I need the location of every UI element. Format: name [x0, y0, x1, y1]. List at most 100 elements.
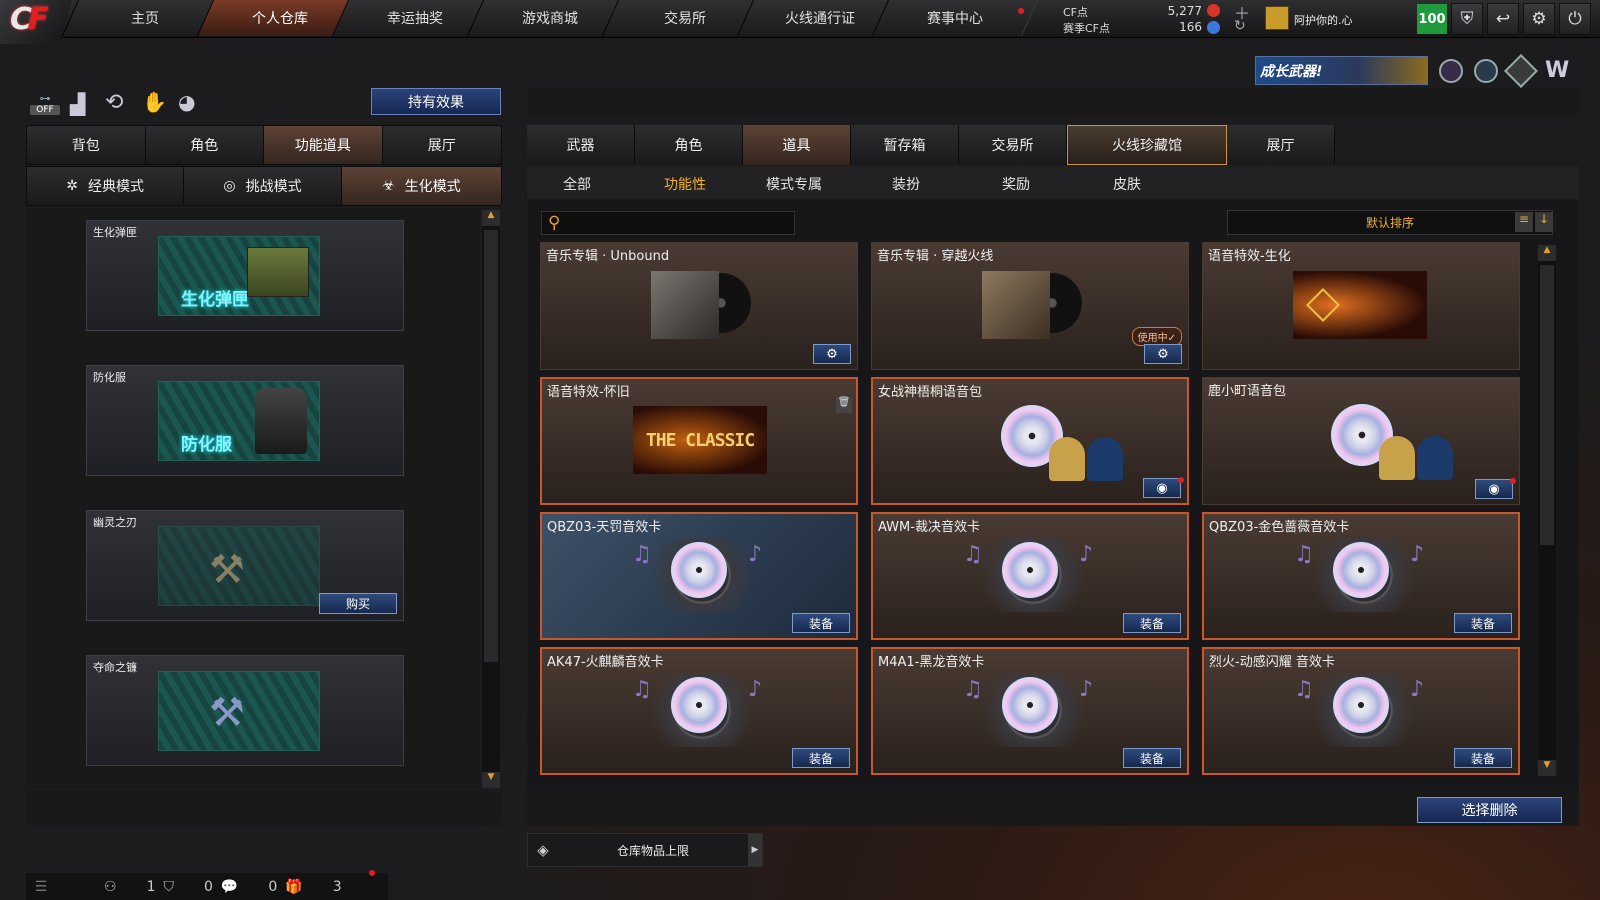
username[interactable]: 阿护你的.心 [1294, 12, 1353, 28]
mode-biochem[interactable]: ☣ 生化模式 [341, 167, 502, 205]
return-icon[interactable]: ↩ [1487, 3, 1519, 35]
settings-button[interactable]: ⚙ [1144, 344, 1182, 364]
tab-items[interactable]: 道具 [743, 125, 851, 165]
item-card[interactable]: 音乐专辑 · Unbound ⚙ [540, 242, 858, 370]
refresh-icon[interactable]: ↻ [1234, 18, 1246, 34]
list-item[interactable]: 幽灵之刃 ⚒ 购买 [86, 510, 404, 621]
scroll-up-arrow[interactable]: ▲ [482, 210, 500, 226]
chat-icon[interactable]: 💬 [221, 879, 238, 895]
tab-exchange[interactable]: 交易所 [959, 125, 1067, 165]
gear-icon[interactable]: ⚙ [1523, 3, 1555, 35]
season-points-label: 赛季CF点 [1063, 22, 1111, 35]
list-view-icon[interactable]: ≡ [1515, 212, 1533, 232]
rank-emblem-icon [1265, 6, 1289, 30]
power-icon[interactable]: ⏻ [1559, 3, 1591, 35]
notification-dot [1178, 477, 1184, 483]
subtab-skins[interactable]: 皮肤 [1113, 174, 1141, 194]
nav-tab-events[interactable]: 赛事中心 [871, 0, 1039, 36]
subtab-rewards[interactable]: 奖励 [1002, 174, 1030, 194]
tab-collection[interactable]: 火线珍藏馆 [1067, 125, 1227, 165]
sort-dropdown[interactable]: 默认排序 [1227, 210, 1553, 235]
w-logo-icon[interactable]: W [1545, 58, 1569, 83]
globe-icon[interactable] [1474, 59, 1498, 83]
emblem-icon [1306, 288, 1340, 322]
shield-icon[interactable]: ⛨ [1451, 3, 1483, 35]
trash-icon[interactable]: 🗑 [836, 397, 852, 413]
disc-button[interactable]: ◉ [1143, 478, 1181, 498]
item-card[interactable]: AWM-裁决音效卡 ♫ ♪ 装备 [871, 512, 1189, 640]
subtab-all[interactable]: 全部 [563, 174, 591, 194]
tab-showroom[interactable]: 展厅 [382, 126, 501, 164]
tab-weapons[interactable]: 武器 [527, 125, 635, 165]
left-scrollbar[interactable]: ▲ ▼ [482, 210, 500, 788]
scroll-thumb[interactable] [1540, 265, 1554, 545]
hand-icon[interactable]: ✋ [142, 90, 167, 114]
tab-storage[interactable]: 暂存箱 [851, 125, 959, 165]
equip-button[interactable]: 装备 [1123, 748, 1181, 768]
badge-icon[interactable] [1439, 59, 1463, 83]
shield-small-icon[interactable]: ⛉ [163, 879, 174, 895]
subtab-functional[interactable]: 功能性 [664, 174, 706, 194]
right-scrollbar[interactable]: ▲ ▼ [1538, 245, 1556, 776]
mode-challenge[interactable]: ◎ 挑战模式 [184, 167, 342, 205]
equip-button[interactable]: 装备 [792, 613, 850, 633]
item-card[interactable]: 音乐专辑 · 穿越火线 使用中✓ ⚙ [871, 242, 1189, 370]
buy-button[interactable]: 购买 [319, 593, 397, 614]
storage-limit-bar[interactable]: ◈ 仓库物品上限 ▶ [527, 833, 763, 867]
growth-weapon-banner[interactable]: 成长武器! [1255, 56, 1428, 85]
tab-showroom-right[interactable]: 展厅 [1227, 125, 1335, 165]
history-icon[interactable]: ⟲ [105, 90, 123, 115]
scroll-thumb[interactable] [484, 230, 498, 662]
item-card[interactable]: 女战神梧桐语音包 ◉ [871, 377, 1189, 505]
item-card[interactable]: AK47-火麒麟音效卡 ♫ ♪ 装备 [540, 647, 858, 775]
hazmat-suit-art: 防化服 [158, 381, 320, 461]
classic-voice-art: THE CLASSIC [633, 406, 767, 474]
list-item[interactable]: 防化服 防化服 [86, 365, 404, 476]
music-note-icon: ♫ [632, 677, 652, 702]
scroll-down-arrow[interactable]: ▼ [1538, 760, 1556, 776]
item-card[interactable]: QBZ03-天罚音效卡 ♫ ♪ 装备 [540, 512, 858, 640]
sort-direction-icon[interactable]: ↓ [1535, 212, 1553, 232]
disc-button[interactable]: ◉ [1475, 479, 1513, 499]
menu-list-icon[interactable]: ☰ [26, 879, 56, 895]
item-card[interactable]: QBZ03-金色蔷薇音效卡 ♫ ♪ 装备 [1202, 512, 1520, 640]
cd-disc-icon [1333, 677, 1389, 733]
list-item[interactable]: 夺命之镰 ⚒ [86, 655, 404, 766]
subtab-cosmetic[interactable]: 装扮 [892, 174, 920, 194]
mouse-icon[interactable]: ◕ [178, 90, 195, 114]
music-note-icon: ♪ [748, 677, 763, 702]
crest-icon[interactable] [1504, 54, 1538, 88]
gift-icon[interactable]: 🎁 [285, 879, 302, 895]
equip-button[interactable]: 装备 [792, 748, 850, 768]
equip-button[interactable]: 装备 [1454, 613, 1512, 633]
tab-function-items[interactable]: 功能道具 [264, 126, 383, 164]
list-item[interactable]: 生化弹匣 生化弹匣 [86, 220, 404, 331]
scroll-down-arrow[interactable]: ▼ [482, 772, 500, 788]
scroll-up-arrow[interactable]: ▲ [1538, 245, 1556, 261]
friends-icon[interactable]: ⚇ [104, 879, 117, 895]
expand-arrow-icon[interactable]: ▶ [748, 834, 762, 866]
ammo-box-shape [247, 247, 309, 297]
search-box[interactable]: ⚲ [541, 211, 795, 235]
tab-character[interactable]: 角色 [145, 126, 264, 164]
tab-characters[interactable]: 角色 [635, 125, 743, 165]
biochem-mode-icon: ☣ [382, 178, 395, 194]
equip-button[interactable]: 装备 [1123, 613, 1181, 633]
item-card[interactable]: 烈火-动感闪耀 音效卡 ♫ ♪ 装备 [1202, 647, 1520, 775]
item-card[interactable]: 鹿小町语音包 ◉ [1202, 377, 1520, 505]
music-note-icon: ♫ [963, 677, 983, 702]
settings-button[interactable]: ⚙ [813, 344, 851, 364]
item-card[interactable]: 语音特效-生化 [1202, 242, 1520, 370]
item-card[interactable]: M4A1-黑龙音效卡 ♫ ♪ 装备 [871, 647, 1189, 775]
tab-backpack[interactable]: 背包 [27, 126, 146, 164]
search-input[interactable] [566, 215, 794, 231]
subtab-mode-exclusive[interactable]: 模式专属 [766, 174, 822, 194]
mode-classic[interactable]: ✲ 经典模式 [27, 167, 185, 205]
select-delete-button[interactable]: 选择删除 [1417, 797, 1562, 823]
equip-button[interactable]: 装备 [1454, 748, 1512, 768]
music-note-icon: ♫ [1294, 542, 1314, 567]
item-card[interactable]: 语音特效-怀旧 THE CLASSIC 🗑 [540, 377, 858, 505]
stats-icon[interactable]: ▟ [70, 92, 85, 116]
held-effects-button[interactable]: 持有效果 [371, 88, 501, 115]
toggle-off-icon[interactable]: ⊶ OFF [30, 92, 60, 118]
